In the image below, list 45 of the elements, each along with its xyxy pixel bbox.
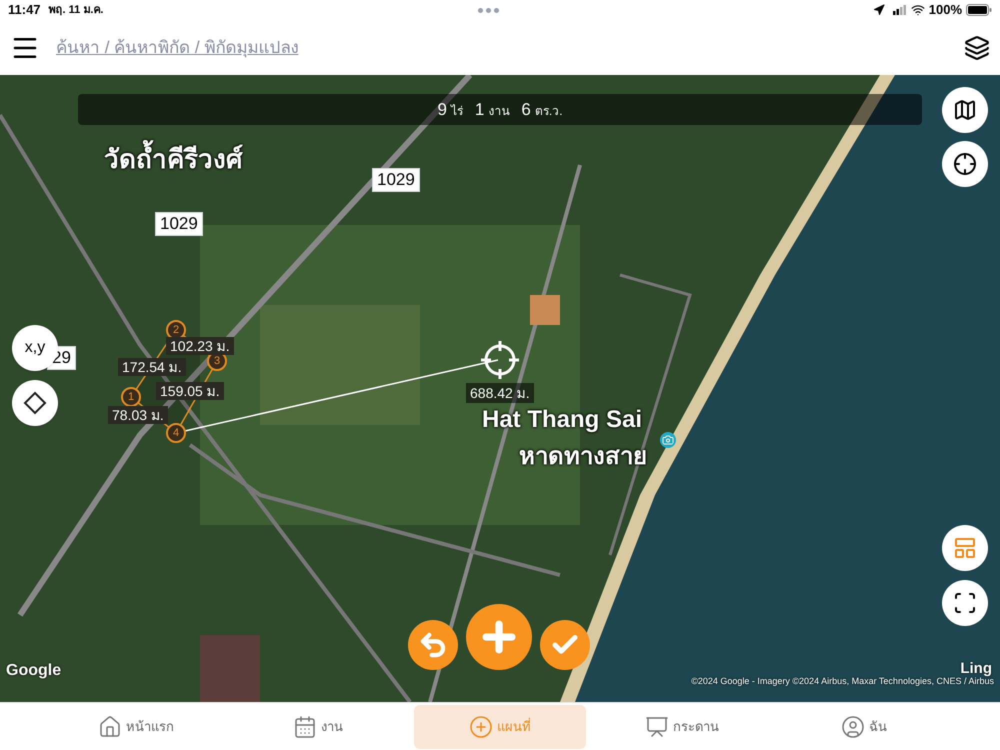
nav-tab[interactable]: หน้าแรก [50, 704, 222, 748]
crosshair-icon [481, 341, 519, 379]
board-icon [645, 714, 669, 738]
multitask-dots-icon[interactable] [478, 8, 499, 12]
home-icon [98, 714, 122, 738]
place-label: วัดถ้ำคีรีวงศ์ [100, 137, 247, 181]
road-number-label: 1029 [155, 212, 203, 236]
distance-label: 688.42 ม. [466, 383, 534, 403]
plus-circle-icon [469, 714, 493, 738]
locate-icon [953, 152, 977, 176]
location-arrow-icon [872, 4, 885, 16]
map-provider-logo: Google [6, 661, 62, 681]
map-icon [953, 98, 977, 122]
area-unit: ไร่ [450, 102, 463, 120]
area-value: 6 [521, 98, 531, 121]
undo-icon [418, 630, 448, 660]
battery-percent: 100% [928, 1, 962, 20]
layers-icon[interactable] [964, 34, 990, 60]
edge-length-label: 102.23 ม. [166, 337, 234, 355]
edge-length-label: 172.54 ม. [118, 358, 186, 376]
nav-tab[interactable]: กระดาน [596, 704, 768, 748]
status-time: 11:47 [8, 1, 41, 20]
signal-icon [892, 5, 907, 15]
battery-icon [966, 4, 992, 16]
diamond-icon [23, 391, 47, 415]
area-unit: ตร.ว. [534, 102, 563, 120]
scan-icon [953, 591, 977, 615]
nav-tab[interactable]: งาน [232, 704, 404, 748]
user-icon [841, 714, 865, 738]
edge-length-label: 78.03 ม. [108, 406, 168, 424]
place-label: Hat Thang Sai [481, 405, 644, 435]
nav-tab[interactable]: ฉัน [778, 704, 950, 748]
map-scale-label: Ling [960, 659, 992, 678]
status-date: พฤ. 11 ม.ค. [48, 2, 104, 18]
area-value: 9 [437, 98, 447, 121]
place-label: หาดทางสาย [518, 442, 648, 472]
edge-length-label: 159.05 ม. [156, 382, 224, 400]
area-unit: งาน [488, 102, 510, 120]
panel-icon [953, 536, 977, 560]
road-number-label: 1029 [372, 168, 420, 192]
calendar-icon [293, 714, 317, 738]
area-value: 1 [474, 98, 484, 121]
wifi-icon [910, 3, 925, 17]
breadcrumb-link[interactable]: ค้นหา / ค้นหาพิกัด / พิกัดมุมแปลง [56, 34, 298, 60]
map-attribution: ©2024 Google - Imagery ©2024 Airbus, Maxar Technologies, CNES / Airbus [691, 676, 994, 688]
